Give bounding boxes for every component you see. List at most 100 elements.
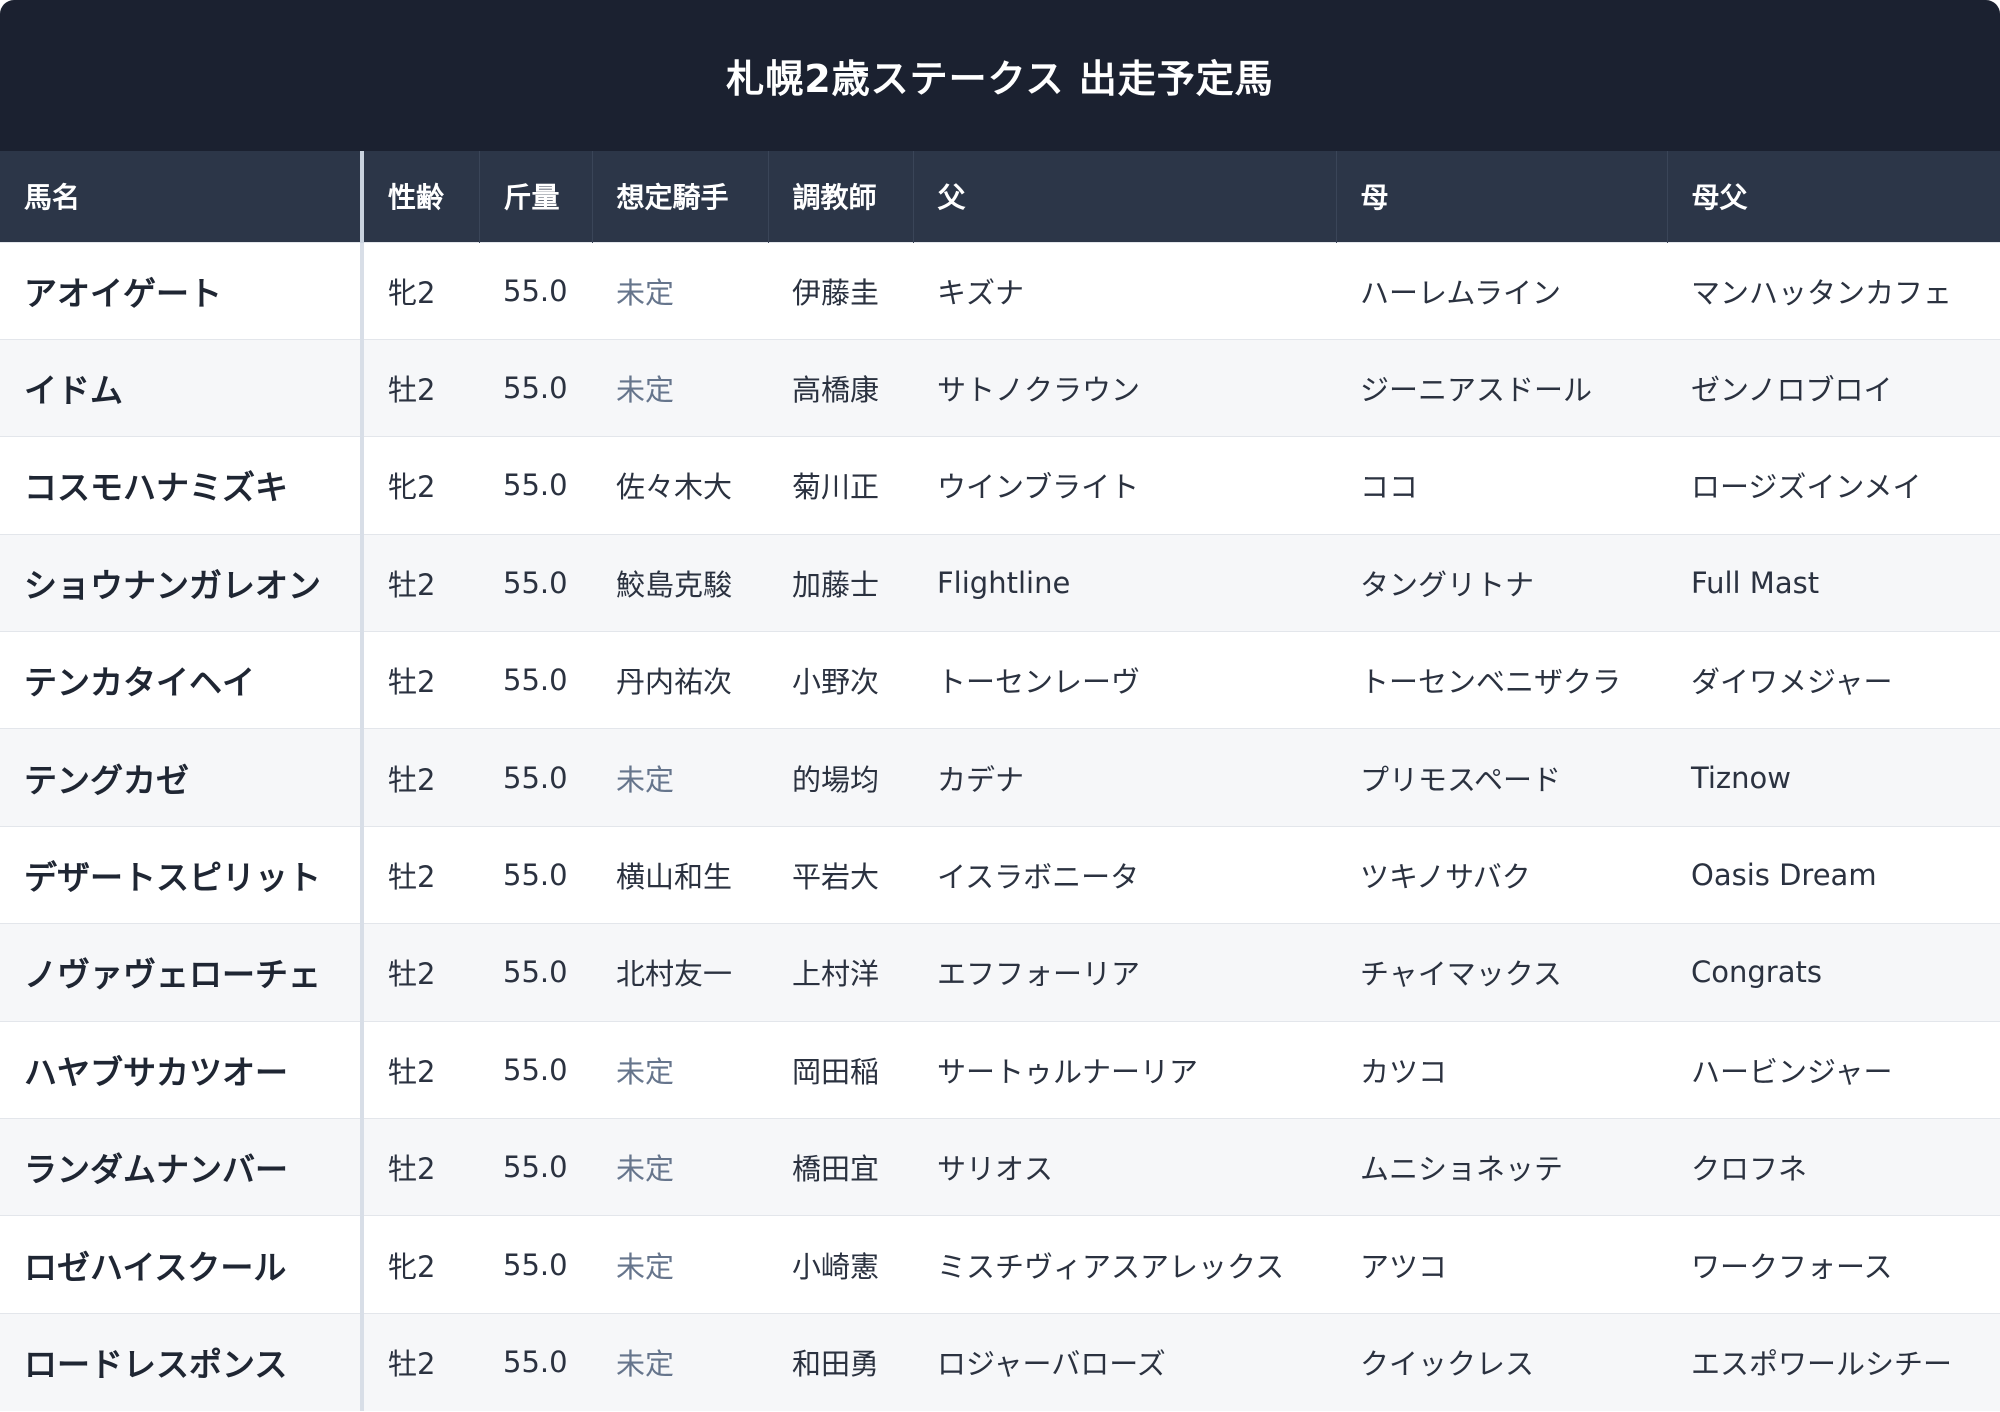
horse-name-cell: ロゼハイスクール [0,1215,364,1314]
broodmare-sire-cell: Full Mast [1667,533,2000,632]
horse-name-cell: ハヤブサカツオー [0,1020,364,1119]
trainer-cell: 高橋康 [768,338,913,437]
horse-name-cell: ロードレスポンス [0,1312,364,1411]
sire-cell: キズナ [913,241,1336,340]
column-header-dam: 母 [1335,151,1667,242]
table-row: テングカゼ 牡2 55.0 未定 的場均 カデナ プリモスペード Tiznow [0,728,2000,827]
sire-cell: サートゥルナーリア [913,1020,1336,1119]
weight-cell: 55.0 [479,436,592,535]
trainer-cell: 上村洋 [768,923,913,1022]
column-header-trainer: 調教師 [767,151,913,242]
jockey-cell: 横山和生 [592,825,768,924]
horse-name-cell: デザートスピリット [0,825,364,924]
horse-name-cell: ショウナンガレオン [0,533,364,632]
sex-age-cell: 牝2 [362,1215,479,1314]
table-row: ノヴァヴェローチェ 牡2 55.0 北村友一 上村洋 エフフォーリア チャイマックス Cong… [0,923,2000,1022]
weight-cell: 55.0 [479,1215,592,1314]
broodmare-sire-cell: クロフネ [1667,1118,2000,1216]
trainer-cell: 加藤士 [768,533,913,632]
trainer-cell: 的場均 [768,728,913,827]
table-row: デザートスピリット 牡2 55.0 横山和生 平岩大 イスラボニータ ツキノサバク Oasis… [0,825,2000,924]
column-header-sex-age: 性齢 [361,151,479,242]
sex-age-cell: 牡2 [362,1118,479,1216]
horse-name-cell: アオイゲート [0,241,364,340]
table-row: ランダムナンバー 牡2 55.0 未定 橋田宜 サリオス ムニショネッテ クロフネ [0,1118,2000,1216]
column-header-sire: 父 [912,151,1336,242]
dam-cell: チャイマックス [1336,923,1667,1022]
dam-cell: ココ [1336,436,1667,535]
trainer-cell: 岡田稲 [768,1020,913,1119]
broodmare-sire-cell: エスポワールシチー [1667,1312,2000,1411]
sire-cell: イスラボニータ [913,825,1336,924]
sire-cell: ウインブライト [913,436,1336,535]
jockey-cell: 佐々木大 [592,436,768,535]
broodmare-sire-cell: マンハッタンカフェ [1667,241,2000,340]
sire-cell: ロジャーバローズ [913,1312,1336,1411]
column-header-horse-name: 馬名 [0,151,364,242]
jockey-cell: 未定 [592,1020,768,1119]
broodmare-sire-cell: Congrats [1667,923,2000,1022]
jockey-cell: 未定 [592,1215,768,1314]
dam-cell: クイックレス [1336,1312,1667,1411]
jockey-cell: 未定 [592,241,768,340]
jockey-cell: 未定 [592,338,768,437]
entries-table: 馬名 性齢 斤量 想定騎手 調教師 父 母 母父 アオイゲート 牝2 55.0 未定伊… [0,151,2000,1411]
weight-cell: 55.0 [479,1312,592,1411]
sire-cell: ミスチヴィアスアレックス [913,1215,1336,1314]
column-header-jockey: 想定騎手 [591,151,768,242]
dam-cell: タングリトナ [1336,533,1667,632]
sex-age-cell: 牡2 [362,338,479,437]
sex-age-cell: 牝2 [362,436,479,535]
sex-age-cell: 牡2 [362,728,479,827]
horse-name-cell: テンカタイヘイ [0,631,364,729]
broodmare-sire-cell: Tiznow [1667,728,2000,827]
dam-cell: ツキノサバク [1336,825,1667,924]
table-row: ロゼハイスクール 牝2 55.0 未定 小崎憲 ミスチヴィアスアレックス アツコ ワークフォー… [0,1215,2000,1314]
trainer-cell: 和田勇 [768,1312,913,1411]
broodmare-sire-cell: ゼンノロブロイ [1667,338,2000,437]
jockey-cell: 未定 [592,1312,768,1411]
sire-cell: エフフォーリア [913,923,1336,1022]
trainer-cell: 小崎憲 [768,1215,913,1314]
trainer-cell: 菊川正 [768,436,913,535]
jockey-cell: 未定 [592,728,768,827]
sex-age-cell: 牡2 [362,1312,479,1411]
title-bar: 札幌2歳ステークス 出走予定馬 [0,0,2000,151]
dam-cell: ジーニアスドール [1336,338,1667,437]
table-row: テンカタイヘイ 牡2 55.0 丹内祐次 小野次 トーセンレーヴ トーセンベニザクラ ダイワメ… [0,631,2000,729]
trainer-cell: 橋田宜 [768,1118,913,1216]
horse-name-cell: コスモハナミズキ [0,436,364,535]
jockey-cell: 未定 [592,1118,768,1216]
dam-cell: プリモスペード [1336,728,1667,827]
weight-cell: 55.0 [479,1118,592,1216]
table-row: ハヤブサカツオー 牡2 55.0 未定 岡田稲 サートゥルナーリア カツコ ハービンジャー [0,1020,2000,1119]
sire-cell: カデナ [913,728,1336,827]
horse-name-cell: テングカゼ [0,728,364,827]
jockey-cell: 鮫島克駿 [592,533,768,632]
column-header-broodmare-sire: 母父 [1666,151,2000,242]
table-row: アオイゲート 牝2 55.0 未定 伊藤圭 キズナ ハーレムライン マンハッタンカフェ [0,241,2000,340]
table-row: ロードレスポンス 牡2 55.0 未定 和田勇 ロジャーバローズ クイックレス エスポワールシ… [0,1312,2000,1411]
table-body: アオイゲート 牝2 55.0 未定 伊藤圭 キズナ ハーレムライン マンハッタンカフェ イドム牡… [0,241,2000,1411]
header-row: 馬名 性齢 斤量 想定騎手 調教師 父 母 母父 [0,151,2000,242]
sex-age-cell: 牡2 [362,1020,479,1119]
sire-cell: トーセンレーヴ [913,631,1336,729]
broodmare-sire-cell: ハービンジャー [1667,1020,2000,1119]
sex-age-cell: 牡2 [362,533,479,632]
horse-name-cell: イドム [0,338,364,437]
race-card: 札幌2歳ステークス 出走予定馬 馬名 性齢 斤量 想定騎手 調教師 父 母 母父… [0,0,2000,1412]
table-row: ショウナンガレオン 牡2 55.0 鮫島克駿 加藤士 Flightline タングリトナ Fu… [0,533,2000,632]
dam-cell: アツコ [1336,1215,1667,1314]
dam-cell: ムニショネッテ [1336,1118,1667,1216]
sire-cell: Flightline [913,533,1336,632]
broodmare-sire-cell: ロージズインメイ [1667,436,2000,535]
jockey-cell: 北村友一 [592,923,768,1022]
weight-cell: 55.0 [479,338,592,437]
trainer-cell: 平岩大 [768,825,913,924]
sex-age-cell: 牝2 [362,241,479,340]
trainer-cell: 伊藤圭 [768,241,913,340]
column-header-weight: 斤量 [478,151,592,242]
jockey-cell: 丹内祐次 [592,631,768,729]
sire-cell: サリオス [913,1118,1336,1216]
horse-name-cell: ランダムナンバー [0,1118,364,1216]
